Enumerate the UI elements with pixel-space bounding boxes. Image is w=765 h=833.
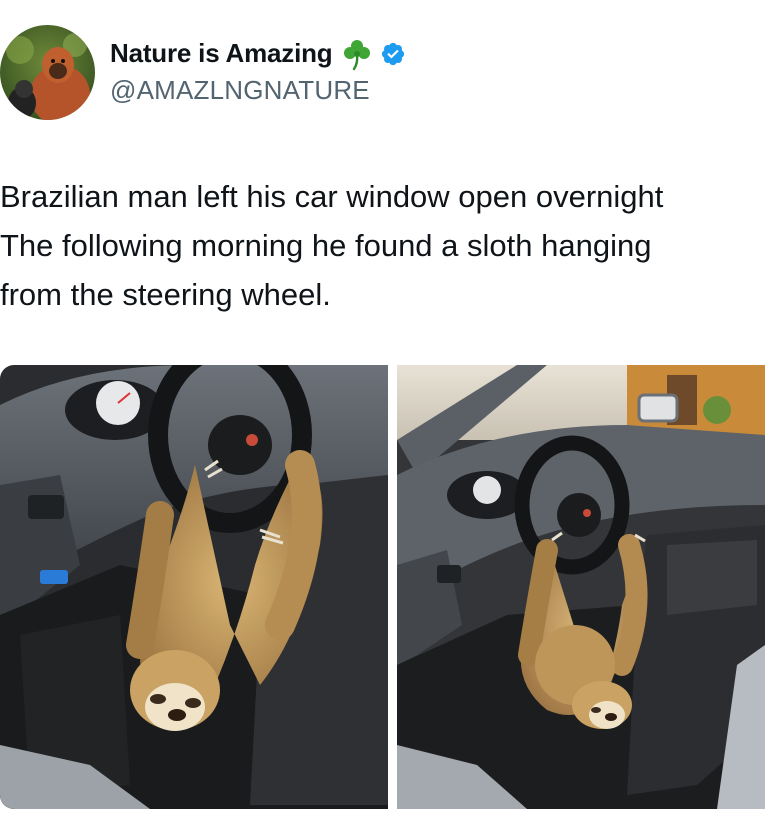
sloth-wide-image: [397, 365, 765, 809]
sloth-closeup-image: [0, 365, 388, 809]
tweet-text: Brazilian man left his car window open o…: [0, 172, 765, 319]
tweet-text-line: from the steering wheel.: [0, 277, 331, 312]
orangutan-avatar-image: [0, 24, 95, 120]
tweet-text-line: The following morning he found a sloth h…: [0, 228, 652, 263]
media-photo-left[interactable]: [0, 365, 388, 809]
author-info: Nature is Amazing @AMAZLNGNATURE: [110, 35, 406, 106]
author-name-row: Nature is Amazing: [110, 35, 406, 73]
tweet-text-line: Brazilian man left his car window open o…: [0, 179, 664, 214]
verified-badge-icon: [380, 41, 406, 67]
tweet-header: Nature is Amazing @AMAZLNGNATURE: [0, 22, 406, 122]
shamrock-icon: [340, 37, 374, 71]
author-handle[interactable]: @AMAZLNGNATURE: [110, 75, 406, 106]
tweet-media: [0, 365, 765, 810]
author-display-name[interactable]: Nature is Amazing: [110, 38, 333, 69]
media-photo-right[interactable]: [397, 365, 765, 809]
author-avatar[interactable]: [0, 24, 95, 120]
